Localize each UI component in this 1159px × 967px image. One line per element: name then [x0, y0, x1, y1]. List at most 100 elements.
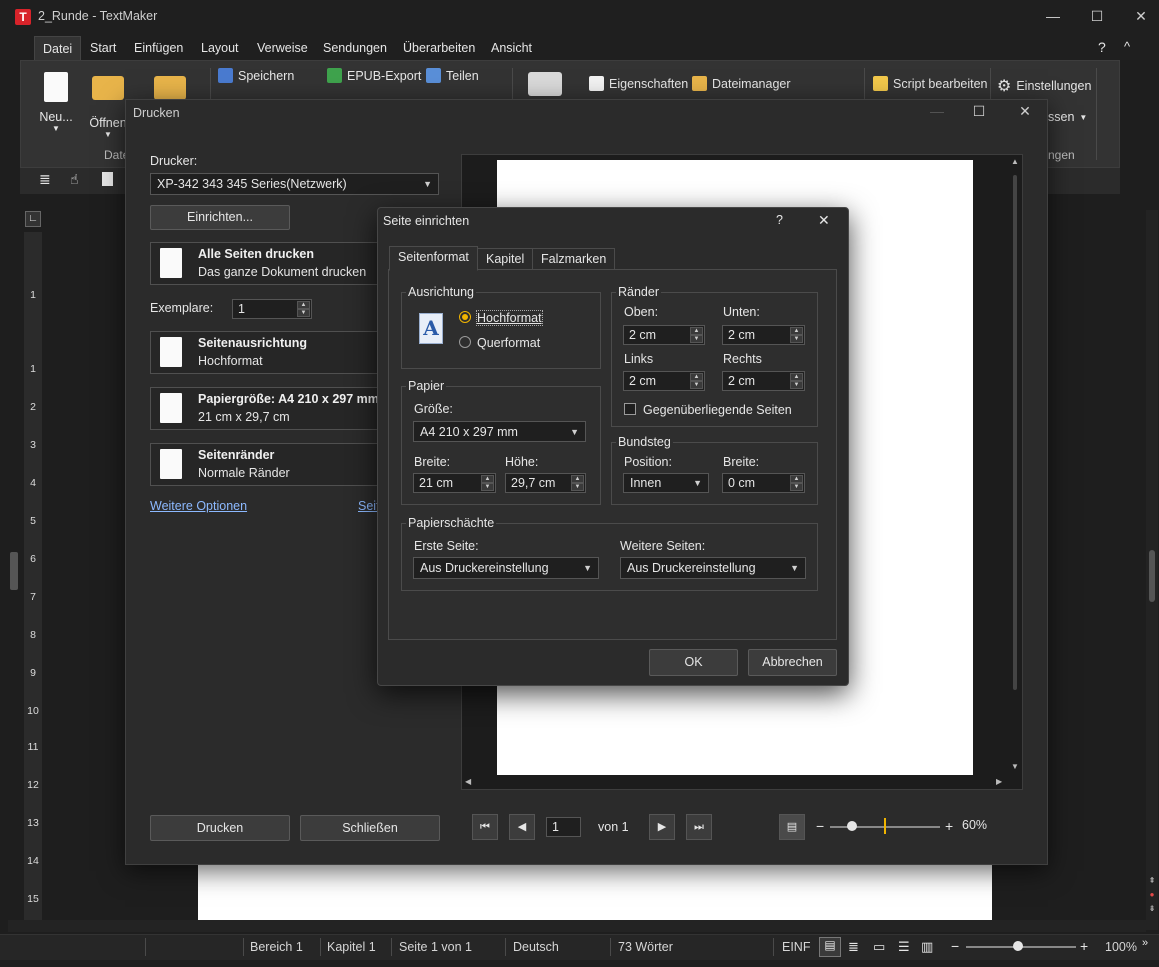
tab-seitenformat[interactable]: Seitenformat [389, 246, 478, 271]
right-margin-stepper[interactable]: 2 cm ▲ ▼ [722, 371, 805, 391]
status-insert-mode[interactable]: EINF [782, 940, 810, 954]
bottom-margin-stepper[interactable]: 2 cm ▲ ▼ [722, 325, 805, 345]
landscape-label[interactable]: Querformat [477, 336, 540, 350]
recent-button[interactable] [150, 70, 190, 100]
scrollbar-thumb[interactable] [1149, 550, 1155, 602]
edit-script-button[interactable]: Script bearbeiten [873, 76, 988, 91]
gutter-width-stepper[interactable]: 0 cm ▲ ▼ [722, 473, 805, 493]
tab-verweise[interactable]: Verweise [249, 36, 316, 60]
facing-pages-label[interactable]: Gegenüberliegende Seiten [643, 403, 792, 417]
next-page-icon[interactable]: ⇟ [1146, 904, 1158, 916]
stepper-up-icon[interactable]: ▲ [690, 373, 703, 381]
tab-einfuegen[interactable]: Einfügen [126, 36, 191, 60]
document-page[interactable] [198, 862, 992, 922]
setup-close-button[interactable]: ✕ [818, 212, 830, 229]
preview-scrollbar-thumb[interactable] [1013, 175, 1017, 690]
view-outline-icon[interactable]: ≣ [848, 939, 859, 955]
stepper-down-icon[interactable]: ▼ [690, 335, 703, 343]
new-button[interactable]: Neu... ▼ [36, 72, 76, 133]
tab-datei[interactable]: Datei [34, 36, 82, 60]
zoom-out-button[interactable]: − [951, 938, 959, 954]
tab-falzmarken[interactable]: Falzmarken [532, 248, 616, 270]
epub-export-button[interactable]: EPUB-Export [327, 68, 421, 83]
page-number-input[interactable]: 1 [546, 817, 581, 837]
top-margin-stepper[interactable]: 2 cm ▲ ▼ [623, 325, 705, 345]
stepper-down-icon[interactable]: ▼ [790, 335, 803, 343]
fit-page-icon[interactable]: ▤ [779, 814, 805, 840]
stepper-down-icon[interactable]: ▼ [790, 483, 803, 491]
stepper-up-icon[interactable]: ▲ [481, 475, 494, 483]
left-margin-stepper[interactable]: 2 cm ▲ ▼ [623, 371, 705, 391]
paper-height-stepper[interactable]: 29,7 cm ▲ ▼ [505, 473, 586, 493]
settings-button[interactable]: ⚙ Einstellungen [997, 76, 1091, 96]
preview-zoom-out-button[interactable]: − [816, 818, 824, 834]
horizontal-scrollbar[interactable] [8, 920, 1146, 932]
properties-button[interactable]: Eigenschaften [589, 76, 688, 91]
open-button[interactable]: Öffnen ▼ [88, 70, 128, 139]
landscape-radio[interactable] [459, 336, 471, 348]
zoom-slider-thumb[interactable] [1013, 941, 1023, 951]
hand-icon[interactable]: ☝ [70, 171, 79, 188]
page-icon[interactable] [102, 172, 113, 186]
minimize-button[interactable]: — [1033, 6, 1073, 28]
preview-zoom-in-button[interactable]: + [945, 818, 953, 834]
collapse-ribbon-button[interactable]: ^ [1124, 39, 1130, 54]
dialog-close-button[interactable]: ✕ [1010, 103, 1040, 120]
portrait-radio[interactable] [459, 311, 471, 323]
paper-width-stepper[interactable]: 21 cm ▲ ▼ [413, 473, 496, 493]
dialog-maximize-button[interactable]: ☐ [964, 103, 994, 120]
paragraph-icon[interactable]: ≣ [39, 171, 51, 188]
stepper-up-icon[interactable]: ▲ [571, 475, 584, 483]
paper-size-select[interactable]: A4 210 x 297 mm ▼ [413, 421, 586, 442]
zoom-in-button[interactable]: + [1080, 938, 1088, 954]
paper-size-card[interactable]: Papiergröße: A4 210 x 297 mm 21 cm x 29,… [150, 387, 390, 430]
save-button[interactable]: Speichern [218, 68, 294, 83]
stepper-up-icon[interactable]: ▲ [690, 327, 703, 335]
ok-button[interactable]: OK [649, 649, 738, 676]
stepper-up-icon[interactable]: ▲ [297, 301, 310, 309]
stepper-down-icon[interactable]: ▼ [297, 309, 310, 317]
printer-select[interactable]: XP-342 343 345 Series(Netzwerk) ▼ [150, 173, 439, 195]
status-language[interactable]: Deutsch [513, 940, 559, 954]
print-ribbon-button[interactable] [525, 70, 565, 96]
preview-zoom-thumb[interactable] [847, 821, 857, 831]
next-page-icon[interactable]: ▶ [649, 814, 675, 840]
stepper-up-icon[interactable]: ▲ [790, 327, 803, 335]
first-page-icon[interactable]: ⏮ [472, 814, 498, 840]
tab-sendungen[interactable]: Sendungen [315, 36, 395, 60]
setup-help-button[interactable]: ? [776, 213, 783, 227]
stepper-up-icon[interactable]: ▲ [790, 475, 803, 483]
stepper-down-icon[interactable]: ▼ [481, 483, 494, 491]
stepper-down-icon[interactable]: ▼ [690, 381, 703, 389]
print-range-card[interactable]: Alle Seiten drucken Das ganze Dokument d… [150, 242, 390, 285]
more-options-link[interactable]: Weitere Optionen [150, 499, 247, 513]
first-page-tray-select[interactable]: Aus Druckereinstellung ▼ [413, 557, 599, 579]
view-master-icon[interactable]: ☰ [898, 939, 910, 955]
tab-layout[interactable]: Layout [193, 36, 247, 60]
stepper-down-icon[interactable]: ▼ [790, 381, 803, 389]
preview-scroll-left-icon[interactable]: ◀ [465, 777, 471, 786]
cancel-button[interactable]: Abbrechen [748, 649, 837, 676]
printer-setup-button[interactable]: Einrichten... [150, 205, 290, 230]
preview-scroll-up-icon[interactable]: ▲ [1011, 157, 1019, 166]
close-window-button[interactable]: ✕ [1121, 6, 1159, 28]
stepper-up-icon[interactable]: ▲ [790, 373, 803, 381]
view-normal-icon[interactable]: ▤ [819, 937, 841, 957]
ruler-tab-selector[interactable]: ∟ [25, 211, 41, 227]
more-status-icon[interactable]: » [1142, 937, 1148, 949]
help-button[interactable]: ? [1098, 39, 1106, 55]
prev-page-icon[interactable]: ◀ [509, 814, 535, 840]
sidebar-toggle-handle[interactable] [10, 552, 18, 590]
tab-kapitel[interactable]: Kapitel [477, 248, 534, 270]
preview-scroll-down-icon[interactable]: ▼ [1011, 762, 1019, 771]
ribbon-dropdown-cut[interactable]: ssen ▼ [1048, 110, 1087, 124]
view-page-icon[interactable]: ▭ [873, 939, 885, 955]
facing-pages-checkbox[interactable] [624, 403, 636, 415]
tab-ansicht[interactable]: Ansicht [483, 36, 540, 60]
tab-start[interactable]: Start [82, 36, 124, 60]
orientation-card[interactable]: Seitenausrichtung Hochformat [150, 331, 390, 374]
copies-stepper[interactable]: 1 ▲ ▼ [232, 299, 312, 319]
file-manager-button[interactable]: Dateimanager [692, 76, 791, 91]
margins-card[interactable]: Seitenränder Normale Ränder [150, 443, 390, 486]
preview-scroll-right-icon[interactable]: ▶ [996, 777, 1002, 786]
